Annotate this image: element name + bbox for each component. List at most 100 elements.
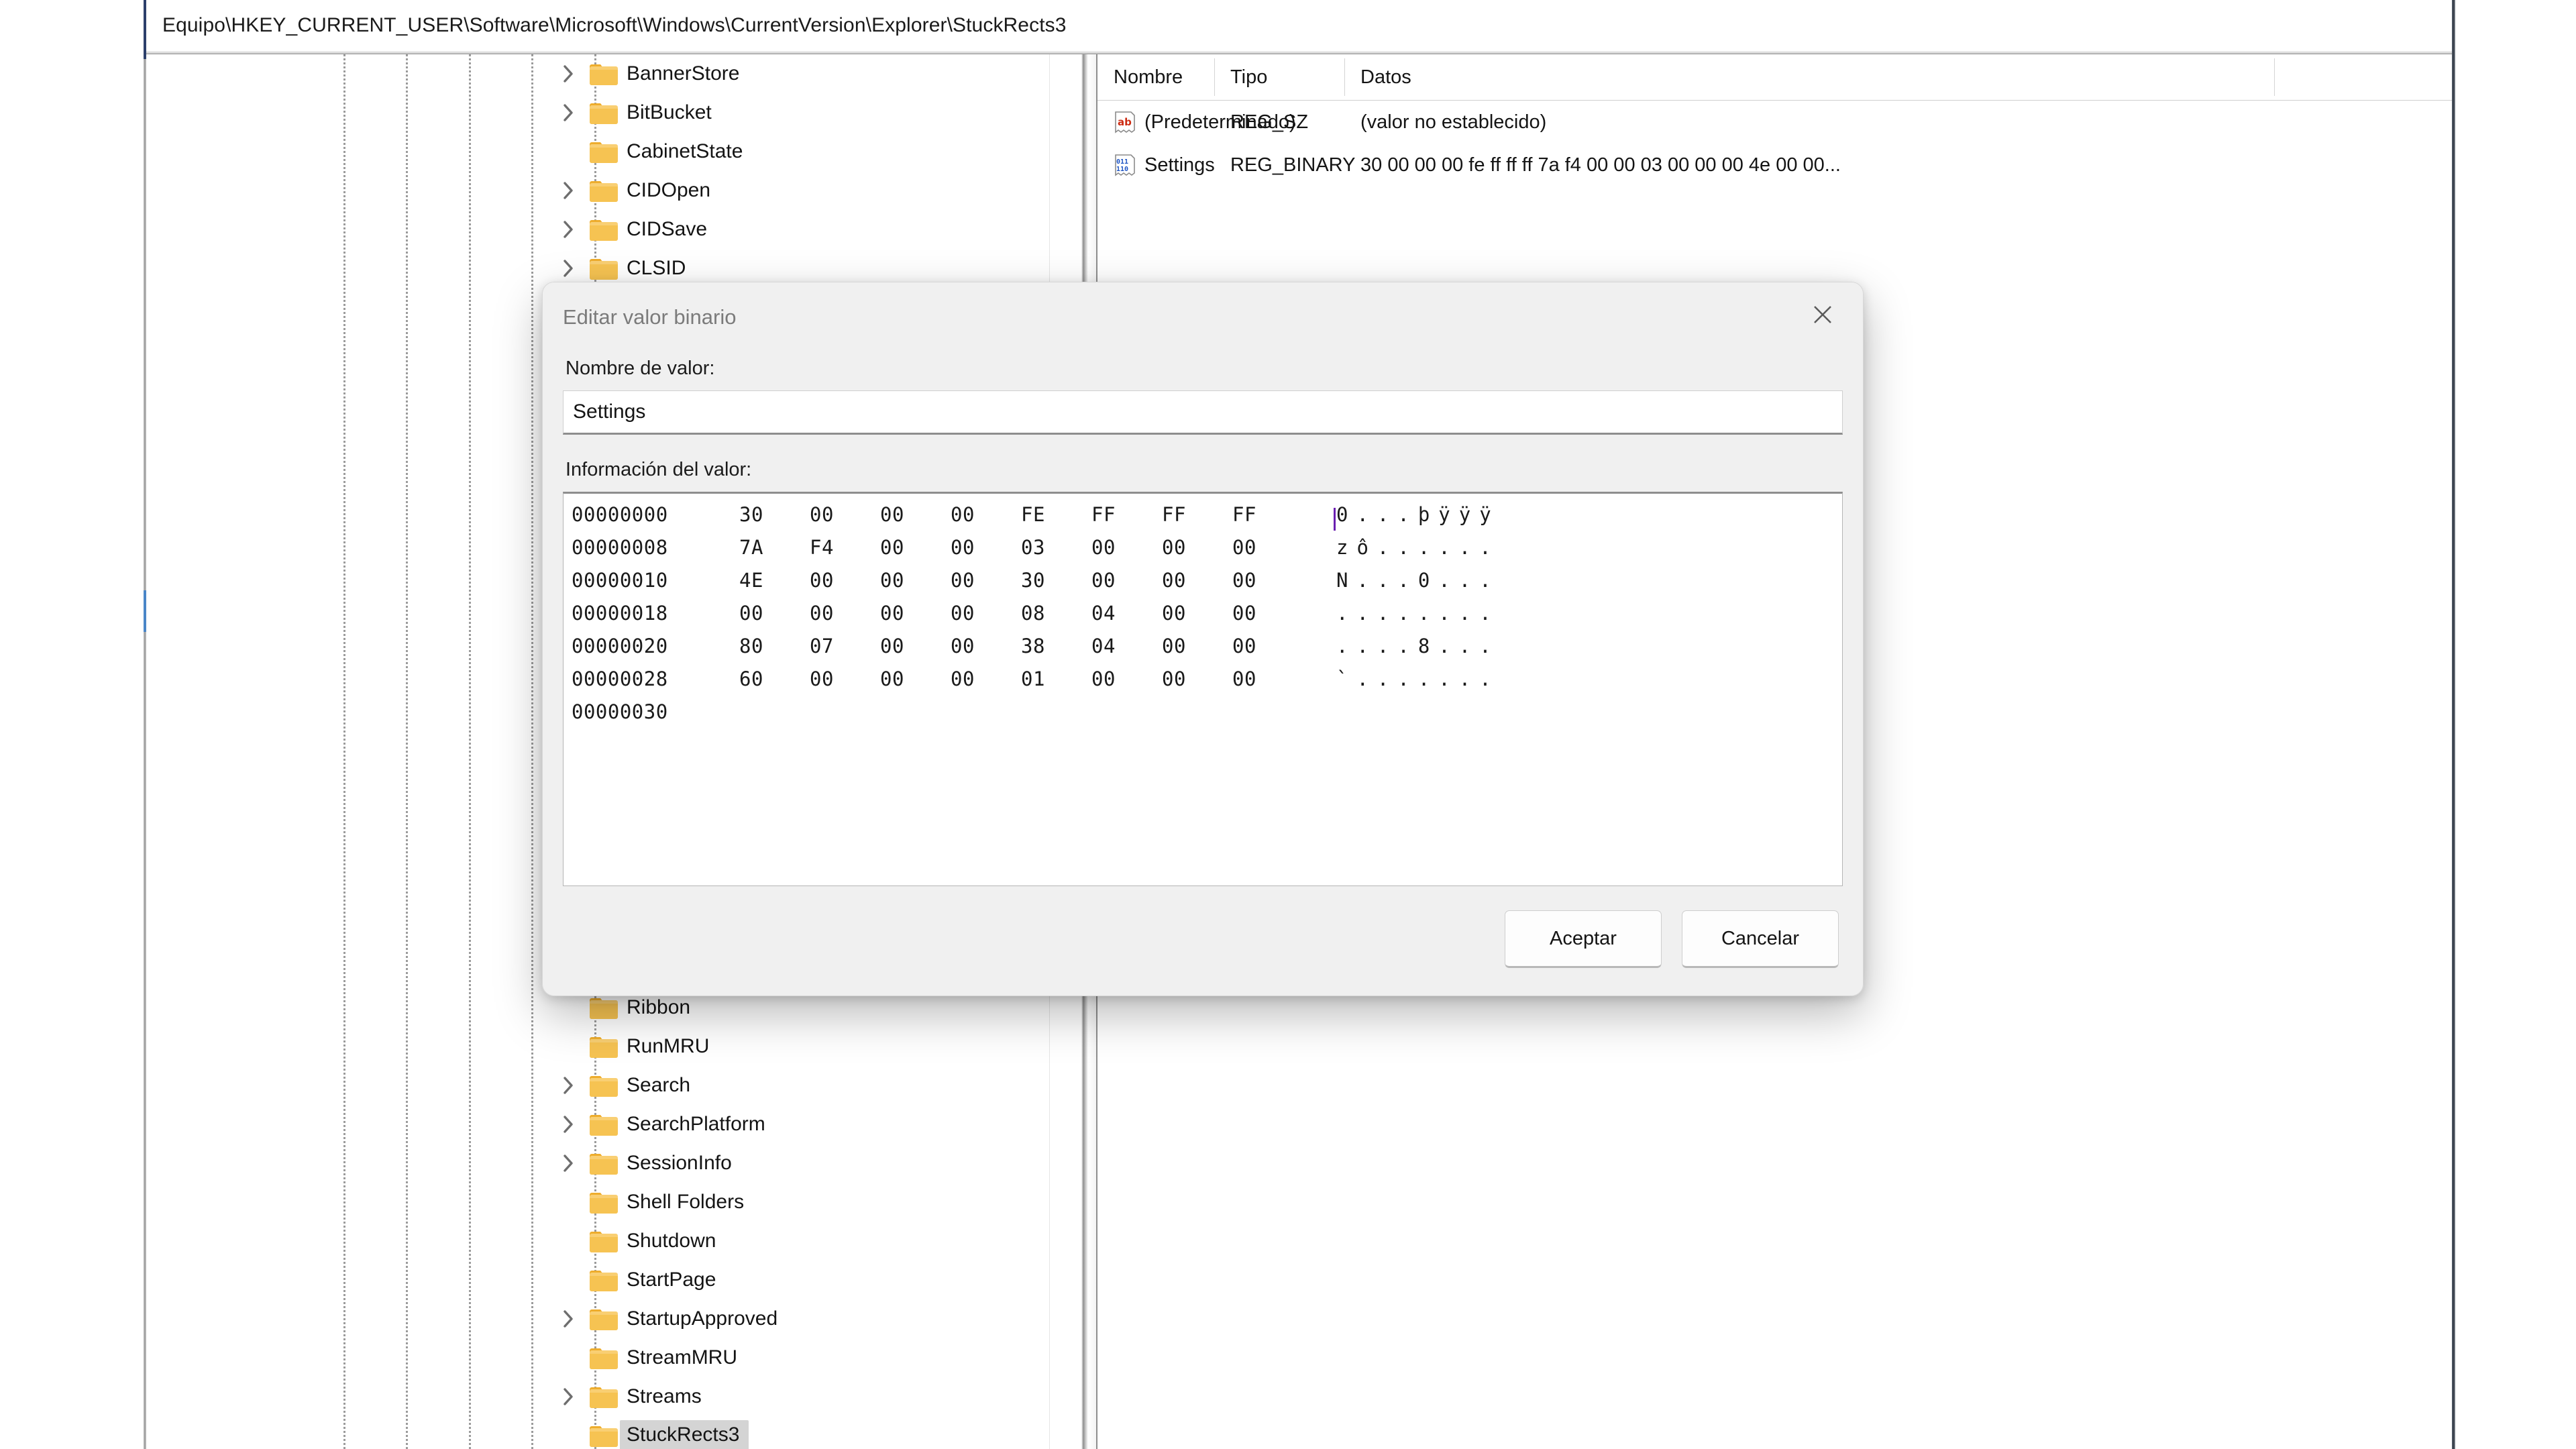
hex-row[interactable]: 00000028 60 00 00 00 01 00 00 00 `....... xyxy=(572,667,1842,700)
chevron-right-icon[interactable] xyxy=(557,1066,580,1105)
hex-byte[interactable]: 04 xyxy=(1091,635,1162,657)
tree-item-streammru[interactable]: StreamMRU xyxy=(149,1338,1049,1377)
tree-item-streams[interactable]: Streams xyxy=(149,1377,1049,1416)
hex-byte[interactable]: 00 xyxy=(810,569,880,592)
tree-item-cidsave[interactable]: CIDSave xyxy=(149,210,1049,249)
tree-item-bitbucket[interactable]: BitBucket xyxy=(149,93,1049,132)
address-bar[interactable]: Equipo\HKEY_CURRENT_USER\Software\Micros… xyxy=(146,0,2452,52)
hex-byte[interactable]: FF xyxy=(1232,503,1303,526)
hex-row[interactable]: 00000020 80 07 00 00 38 04 00 00 ....8... xyxy=(572,635,1842,667)
hex-row[interactable]: 00000018 00 00 00 00 08 04 00 00........ xyxy=(572,602,1842,635)
hex-byte[interactable]: 00 xyxy=(1232,602,1303,625)
hex-byte[interactable]: 00 xyxy=(951,536,1021,559)
hex-row[interactable]: 00000010 4E 00 00 00 30 00 00 00 N...0... xyxy=(572,569,1842,602)
hex-byte[interactable]: 00 xyxy=(951,635,1021,657)
tree-item-startupapproved[interactable]: StartupApproved xyxy=(149,1299,1049,1338)
hex-byte[interactable]: 30 xyxy=(739,503,810,526)
hex-byte[interactable]: 00 xyxy=(1162,635,1232,657)
hex-byte[interactable]: 00 xyxy=(951,602,1021,625)
hex-byte[interactable]: 00 xyxy=(1162,536,1232,559)
hex-byte[interactable]: 04 xyxy=(1091,602,1162,625)
tree-item-label: BannerStore xyxy=(627,62,740,85)
hex-byte[interactable]: 07 xyxy=(810,635,880,657)
hex-byte[interactable]: 38 xyxy=(1021,635,1091,657)
hex-editor[interactable]: 00000000 30 00 00 00 FE FF FF FF 0...þÿÿÿ 00000008… xyxy=(563,492,1843,886)
hex-row[interactable]: 00000030 xyxy=(572,700,1842,733)
chevron-right-icon[interactable] xyxy=(557,1377,580,1416)
tree-item-runmru[interactable]: RunMRU xyxy=(149,1027,1049,1066)
chevron-right-icon[interactable] xyxy=(557,171,580,210)
hex-byte[interactable]: 00 xyxy=(880,536,951,559)
column-header-nombre[interactable]: Nombre xyxy=(1114,54,1183,100)
close-icon[interactable] xyxy=(1782,282,1863,347)
svg-text:011: 011 xyxy=(1116,158,1128,166)
hex-byte[interactable]: 00 xyxy=(810,503,880,526)
chevron-right-icon[interactable] xyxy=(557,93,580,132)
tree-item-shell-folders[interactable]: Shell Folders xyxy=(149,1183,1049,1222)
tree-item-searchplatform[interactable]: SearchPlatform xyxy=(149,1105,1049,1144)
hex-byte[interactable]: 00 xyxy=(739,602,810,625)
table-row[interactable]: 011 110 Settings REG_BINARY 30 00 00 00 … xyxy=(1097,144,2452,186)
column-header-datos[interactable]: Datos xyxy=(1360,54,1411,100)
hex-byte[interactable]: 00 xyxy=(1232,536,1303,559)
value-name-input[interactable]: Settings xyxy=(563,390,1843,435)
dialog-titlebar[interactable]: Editar valor binario xyxy=(543,282,1863,358)
hex-byte[interactable]: F4 xyxy=(810,536,880,559)
chevron-right-icon[interactable] xyxy=(557,54,580,93)
chevron-right-icon[interactable] xyxy=(557,1144,580,1183)
hex-ascii: zô...... xyxy=(1336,536,1500,559)
hex-byte[interactable]: 00 xyxy=(951,667,1021,690)
hex-byte[interactable]: 00 xyxy=(951,503,1021,526)
hex-byte[interactable]: 08 xyxy=(1021,602,1091,625)
hex-byte[interactable]: 4E xyxy=(739,569,810,592)
hex-byte[interactable]: 60 xyxy=(739,667,810,690)
hex-byte[interactable]: FF xyxy=(1162,503,1232,526)
tree-item-stuckrects3[interactable]: StuckRects3 xyxy=(149,1416,1049,1449)
hex-row[interactable]: 00000008 7A F4 00 00 03 00 00 00 zô...... xyxy=(572,536,1842,569)
chevron-right-icon[interactable] xyxy=(557,1105,580,1144)
hex-byte[interactable]: 00 xyxy=(880,635,951,657)
hex-byte[interactable]: 80 xyxy=(739,635,810,657)
accept-button[interactable]: Aceptar xyxy=(1505,910,1662,968)
column-divider-2[interactable] xyxy=(1344,58,1345,96)
hex-byte[interactable]: 00 xyxy=(1162,602,1232,625)
column-divider-3[interactable] xyxy=(2274,58,2275,96)
hex-byte[interactable]: 30 xyxy=(1021,569,1091,592)
hex-byte[interactable]: 01 xyxy=(1021,667,1091,690)
hex-byte[interactable]: 7A xyxy=(739,536,810,559)
tree-item-sessioninfo[interactable]: SessionInfo xyxy=(149,1144,1049,1183)
cancel-button[interactable]: Cancelar xyxy=(1682,910,1839,968)
hex-byte[interactable]: 03 xyxy=(1021,536,1091,559)
hex-byte[interactable]: 00 xyxy=(880,503,951,526)
folder-icon xyxy=(589,1268,619,1292)
hex-byte[interactable]: 00 xyxy=(1091,536,1162,559)
hex-byte[interactable]: 00 xyxy=(1091,667,1162,690)
hex-byte[interactable]: 00 xyxy=(1162,667,1232,690)
hex-byte[interactable]: 00 xyxy=(810,602,880,625)
tree-item-search[interactable]: Search xyxy=(149,1066,1049,1105)
hex-byte[interactable]: 00 xyxy=(880,667,951,690)
table-row[interactable]: ab (Predeterminado) REG_SZ (valor no est… xyxy=(1097,101,2452,144)
tree-item-cabinetstate[interactable]: CabinetState xyxy=(149,132,1049,171)
hex-byte[interactable]: 00 xyxy=(880,569,951,592)
chevron-right-icon[interactable] xyxy=(557,210,580,249)
hex-byte[interactable]: 00 xyxy=(1162,569,1232,592)
hex-byte[interactable]: FE xyxy=(1021,503,1091,526)
tree-item-shutdown[interactable]: Shutdown xyxy=(149,1222,1049,1260)
column-header-tipo[interactable]: Tipo xyxy=(1230,54,1267,100)
tree-item-cidopen[interactable]: CIDOpen xyxy=(149,171,1049,210)
hex-byte[interactable]: 00 xyxy=(1232,569,1303,592)
hex-byte[interactable]: 00 xyxy=(1232,635,1303,657)
folder-icon xyxy=(589,1229,619,1253)
hex-byte[interactable]: 00 xyxy=(810,667,880,690)
hex-byte[interactable]: FF xyxy=(1091,503,1162,526)
column-divider-1[interactable] xyxy=(1214,58,1215,96)
hex-row[interactable]: 00000000 30 00 00 00 FE FF FF FF 0...þÿÿÿ xyxy=(572,503,1842,536)
hex-byte[interactable]: 00 xyxy=(951,569,1021,592)
tree-item-bannerstore[interactable]: BannerStore xyxy=(149,54,1049,93)
hex-byte[interactable]: 00 xyxy=(880,602,951,625)
hex-byte[interactable]: 00 xyxy=(1091,569,1162,592)
hex-byte[interactable]: 00 xyxy=(1232,667,1303,690)
tree-item-startpage[interactable]: StartPage xyxy=(149,1260,1049,1299)
chevron-right-icon[interactable] xyxy=(557,1299,580,1338)
